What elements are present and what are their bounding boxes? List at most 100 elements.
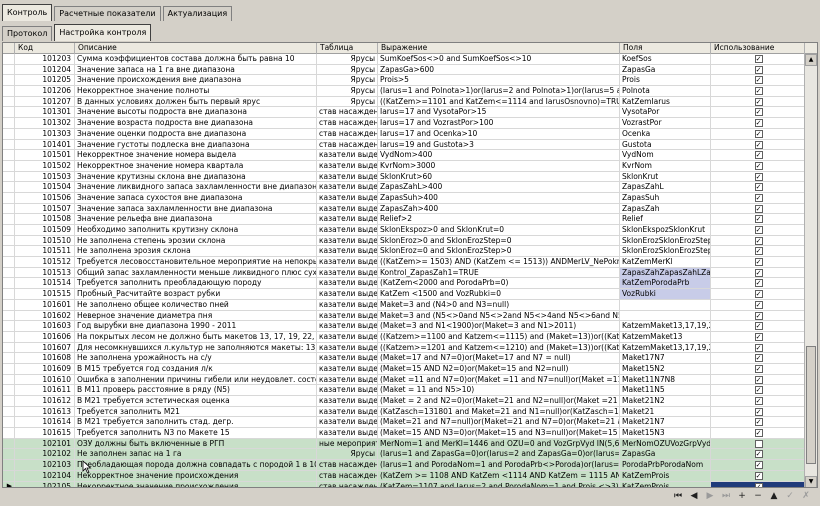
cell-description[interactable]: Некорректное значение происхождения: [75, 481, 317, 487]
use-checkbox[interactable]: ✓: [754, 407, 763, 416]
use-checkbox[interactable]: [754, 439, 763, 448]
cell-description[interactable]: Значение запаса на 1 га вне диапазона: [75, 64, 317, 75]
cell-code[interactable]: 101205: [15, 75, 75, 86]
table-row[interactable]: 101506 Значение запаса сухостоя вне диапа…: [3, 192, 805, 204]
cell-code[interactable]: 101502: [15, 160, 75, 171]
cell-description[interactable]: Не заполнено общее количество пней: [75, 299, 317, 310]
row-indicator[interactable]: [3, 225, 15, 235]
cell-use[interactable]: ✓: [711, 396, 805, 406]
use-checkbox[interactable]: ✓: [754, 108, 763, 117]
cell-description[interactable]: Значение запаса сухостоя вне диапазона: [75, 192, 317, 203]
use-checkbox[interactable]: ✓: [754, 386, 763, 395]
cell-fields[interactable]: Maket11N5: [620, 385, 711, 396]
use-checkbox[interactable]: ✓: [754, 268, 763, 277]
cell-fields[interactable]: [620, 299, 711, 310]
cell-expression[interactable]: ((Katzem>=1201 and Katzem<=1210) and (Ma…: [378, 342, 620, 353]
table-row[interactable]: 101504 Значение ликвидного запаса захламл…: [3, 182, 805, 193]
cell-table[interactable]: став насаждений: [317, 470, 378, 481]
row-indicator[interactable]: [3, 75, 15, 86]
cell-table[interactable]: став насаждений: [317, 139, 378, 150]
cell-description[interactable]: Значение происхождения вне диапазона: [75, 75, 317, 86]
cell-description[interactable]: Некорректное значение номера квартала: [75, 160, 317, 171]
row-indicator[interactable]: [3, 428, 15, 439]
table-row[interactable]: 101502 Некорректное значение номера кварт…: [3, 160, 805, 172]
use-checkbox[interactable]: ✓: [754, 429, 763, 438]
use-checkbox[interactable]: ✓: [754, 471, 763, 480]
cell-fields[interactable]: ZapasZahZapasZahLZapasSu: [620, 267, 711, 278]
use-checkbox[interactable]: ✓: [754, 311, 763, 320]
row-indicator[interactable]: [3, 203, 15, 214]
table-row[interactable]: 101611 В М11 проверь расстояние в ряду (N…: [3, 385, 805, 396]
cell-description[interactable]: Значение оценки подроста вне диапазона: [75, 128, 317, 139]
cell-description[interactable]: Неверное значение диаметра пня: [75, 310, 317, 321]
cell-description[interactable]: В М21 требуется заполнить стад. дегр.: [75, 417, 317, 428]
cell-fields[interactable]: Maket15N2: [620, 363, 711, 374]
cell-code[interactable]: 101615: [15, 428, 75, 439]
cell-code[interactable]: 101302: [15, 118, 75, 129]
cell-use[interactable]: ✓: [711, 192, 805, 203]
cell-code[interactable]: 101513: [15, 267, 75, 278]
cell-fields[interactable]: VozRubki: [620, 289, 711, 300]
cell-table[interactable]: став насаждений: [317, 107, 378, 118]
cell-description[interactable]: Требуется заполнить N3 по Макете 15: [75, 428, 317, 439]
use-checkbox[interactable]: ✓: [754, 226, 763, 234]
cell-code[interactable]: 101607: [15, 342, 75, 353]
row-indicator[interactable]: [3, 321, 15, 332]
cell-code[interactable]: 101606: [15, 331, 75, 342]
col-code-header[interactable]: Код: [15, 43, 75, 54]
table-row[interactable]: 101303 Значение оценки подроста вне диапа…: [3, 128, 805, 140]
row-indicator[interactable]: [3, 396, 15, 406]
cell-fields[interactable]: Maket17N7: [620, 353, 711, 364]
row-indicator[interactable]: [3, 192, 15, 203]
cell-description[interactable]: Значение ликвидного запаса захламленност…: [75, 182, 317, 193]
cell-use[interactable]: ✓: [711, 246, 805, 257]
cell-table[interactable]: Ярусы: [317, 86, 378, 97]
cell-fields[interactable]: Maket15N3: [620, 428, 711, 439]
cell-description[interactable]: Необходимо заполнить крутизну склона: [75, 225, 317, 235]
cell-use[interactable]: ✓: [711, 203, 805, 214]
cell-code[interactable]: 101610: [15, 374, 75, 385]
delete-record-icon[interactable]: −: [752, 490, 764, 502]
add-record-icon[interactable]: +: [736, 490, 748, 502]
current-row-indicator-icon[interactable]: ▶: [3, 481, 15, 487]
cell-use[interactable]: ✓: [711, 64, 805, 75]
cell-use[interactable]: ✓: [711, 299, 805, 310]
cell-table[interactable]: став насаждений: [317, 128, 378, 139]
use-checkbox[interactable]: ✓: [754, 258, 763, 267]
cell-use[interactable]: ✓: [711, 150, 805, 161]
use-checkbox[interactable]: ✓: [754, 161, 763, 170]
table-row[interactable]: 101206 Некорректное значение полноты Ярусы…: [3, 86, 805, 97]
cell-code[interactable]: 101613: [15, 406, 75, 417]
cell-use[interactable]: ✓: [711, 374, 805, 385]
cell-use[interactable]: ✓: [711, 278, 805, 289]
cell-description[interactable]: Значение густоты подлеска вне диапазона: [75, 139, 317, 150]
cell-description[interactable]: Значение высоты подроста вне диапазона: [75, 107, 317, 118]
cell-use[interactable]: ✓: [711, 470, 805, 481]
table-row[interactable]: 101302 Значение возраста подроста вне диа…: [3, 118, 805, 129]
use-checkbox[interactable]: ✓: [754, 290, 763, 299]
row-indicator[interactable]: [3, 214, 15, 225]
use-checkbox[interactable]: ✓: [754, 418, 763, 427]
table-row[interactable]: 101503 Значение крутизны склона вне диапа…: [3, 171, 805, 183]
table-row[interactable]: 101301 Значение высоты подроста вне диапа…: [3, 107, 805, 119]
table-row[interactable]: 101207 В данных условиях должен быть перв…: [3, 96, 805, 108]
row-indicator[interactable]: [3, 289, 15, 300]
cell-expression[interactable]: Kontrol_ZapasZah1=TRUE: [378, 267, 620, 278]
cell-expression[interactable]: ((KatZem>= 1503) AND (KatZem <= 1513)) A…: [378, 257, 620, 268]
cell-use[interactable]: ✓: [711, 225, 805, 235]
first-record-icon[interactable]: ⏮: [672, 490, 684, 502]
row-indicator[interactable]: [3, 64, 15, 75]
cell-code[interactable]: 101509: [15, 225, 75, 235]
cell-table[interactable]: казатели выдела: [317, 363, 378, 374]
cell-fields[interactable]: Polnota: [620, 86, 711, 97]
cell-description[interactable]: Некорректное значение номера выдела: [75, 150, 317, 161]
cell-expression[interactable]: SklonEkspoz>0 and SklonKrut=0: [378, 225, 620, 235]
cell-fields[interactable]: [620, 310, 711, 321]
use-checkbox[interactable]: ✓: [754, 87, 763, 96]
use-checkbox[interactable]: ✓: [754, 279, 763, 288]
cell-code[interactable]: 102104: [15, 470, 75, 481]
use-checkbox[interactable]: ✓: [754, 354, 763, 363]
cell-description[interactable]: Значение крутизны склона вне диапазона: [75, 171, 317, 182]
row-indicator[interactable]: [3, 96, 15, 107]
cell-fields[interactable]: Prois: [620, 75, 711, 86]
